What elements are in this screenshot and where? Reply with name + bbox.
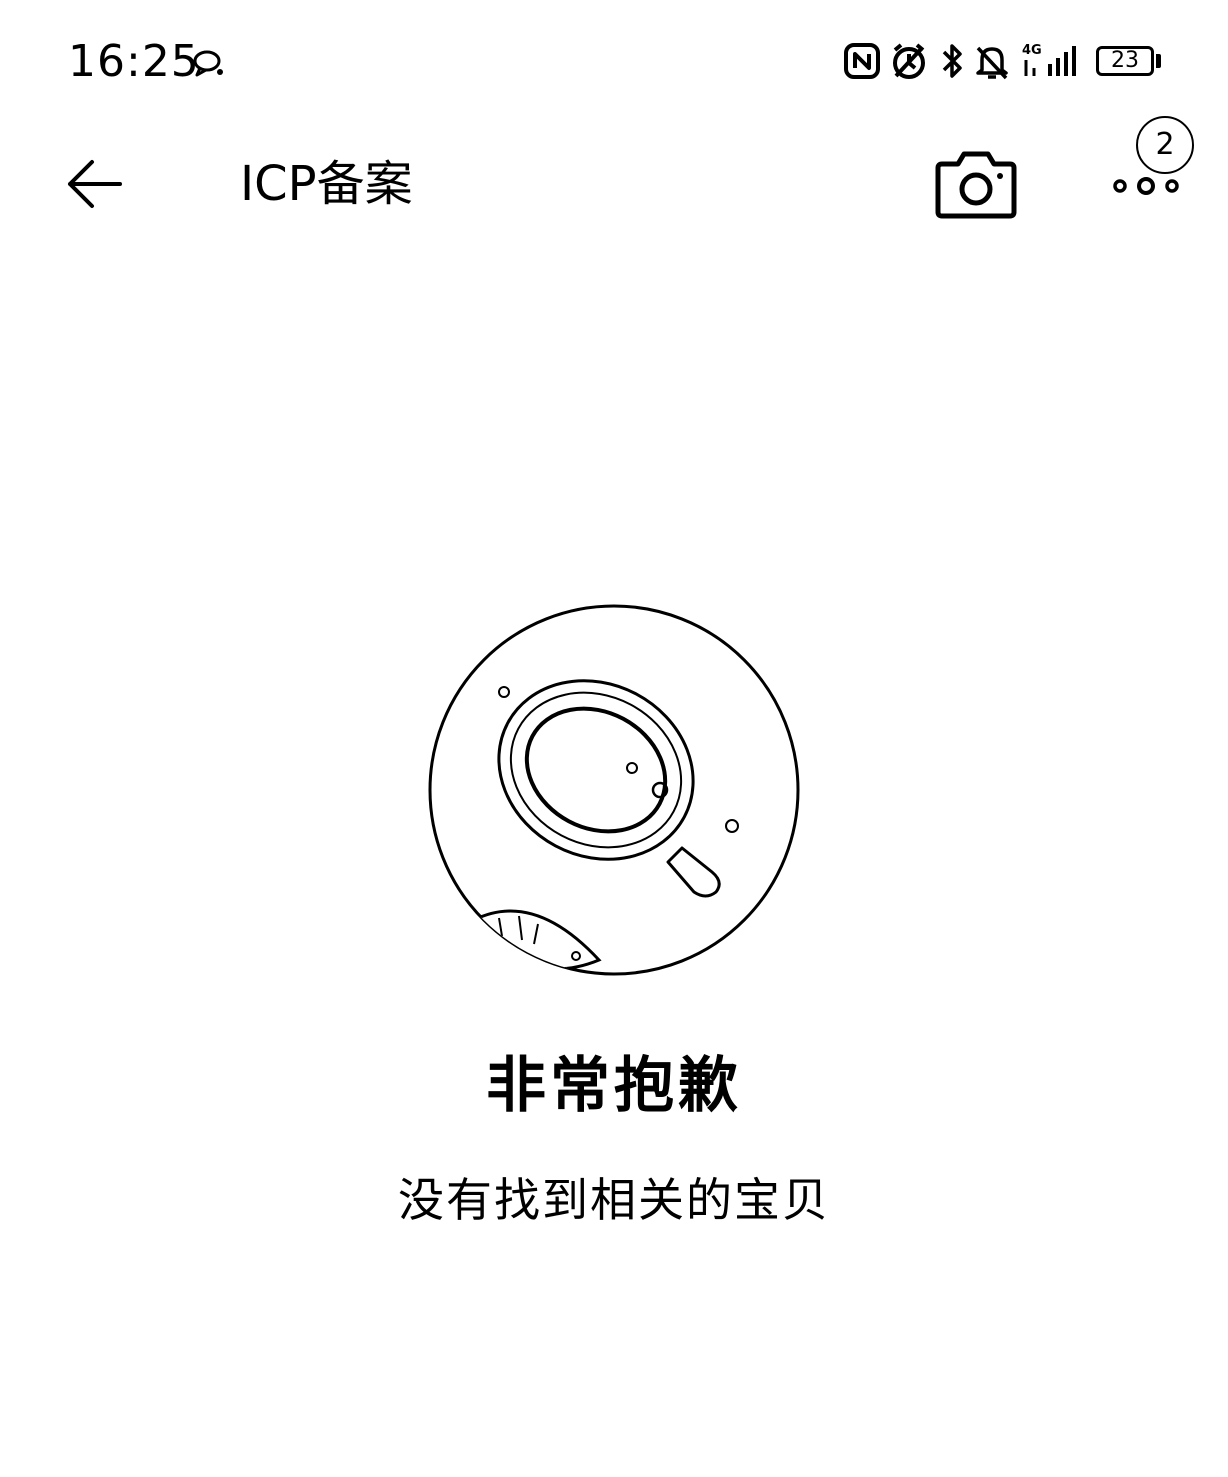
notification-badge: 2: [1136, 116, 1194, 174]
camera-icon: [935, 151, 1017, 219]
magnifier-empty-illustration: [424, 600, 804, 980]
app-header: ICP备案 2: [0, 116, 1228, 250]
arrow-left-icon: [68, 160, 122, 208]
battery-icon: 23: [1096, 46, 1154, 76]
status-bar: 16:25 4G 23: [0, 0, 1228, 120]
nfc-icon: [844, 40, 880, 88]
status-time: 16:25: [68, 36, 200, 87]
battery-tip: [1156, 54, 1161, 68]
empty-state-title: 非常抱歉: [486, 1051, 742, 1121]
mute-bell-icon: [974, 40, 1010, 88]
page-title: ICP备案: [240, 156, 413, 212]
empty-state-subtitle: 没有找到相关的宝贝: [398, 1173, 830, 1227]
back-button[interactable]: [60, 154, 126, 214]
camera-button[interactable]: [932, 146, 1020, 222]
svg-text:4G: 4G: [1022, 43, 1042, 58]
chat-bubble-icon: [193, 50, 223, 77]
status-icons: 4G 23: [840, 40, 1170, 84]
signal-icon: 4G: [1022, 40, 1084, 88]
bluetooth-icon: [938, 40, 966, 88]
alarm-icon: [890, 40, 928, 88]
